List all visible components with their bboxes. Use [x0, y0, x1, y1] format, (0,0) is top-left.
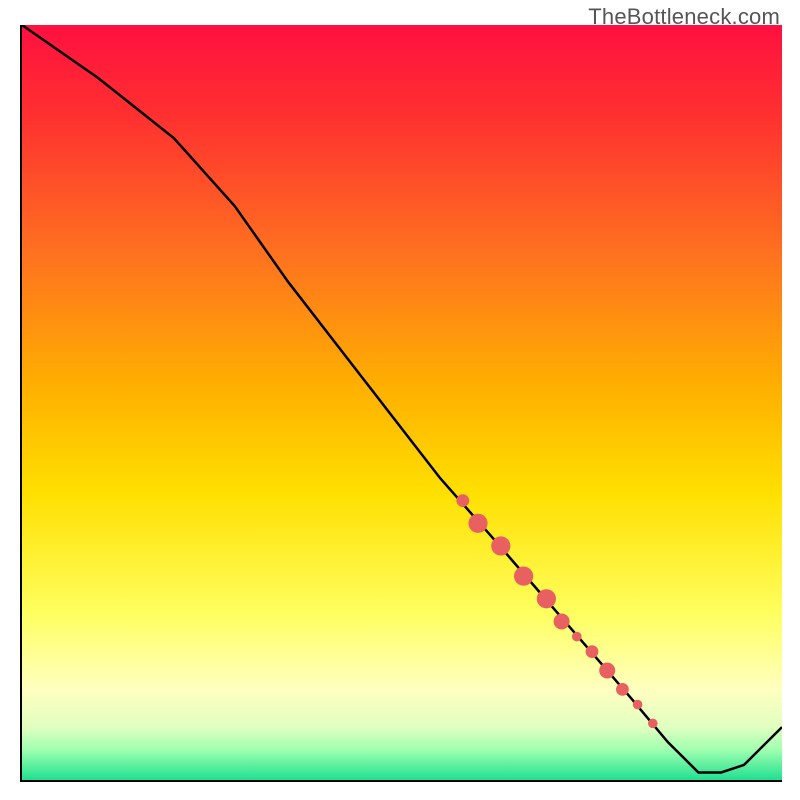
chart-container: TheBottleneck.com: [0, 0, 800, 800]
highlight-dot: [616, 683, 629, 696]
highlight-dot: [456, 494, 469, 507]
gradient-background: [22, 25, 782, 780]
highlight-dot: [648, 719, 658, 729]
plot-area: [20, 25, 782, 782]
highlight-dot: [514, 567, 533, 586]
highlight-dot: [599, 663, 615, 679]
highlight-dot: [537, 589, 556, 608]
highlight-dot: [586, 645, 599, 658]
highlight-dot: [468, 514, 487, 533]
highlight-dot: [554, 613, 570, 629]
plot-svg: [22, 25, 782, 780]
highlight-dot: [572, 632, 582, 642]
highlight-dot: [491, 536, 510, 555]
highlight-dot: [633, 700, 643, 710]
